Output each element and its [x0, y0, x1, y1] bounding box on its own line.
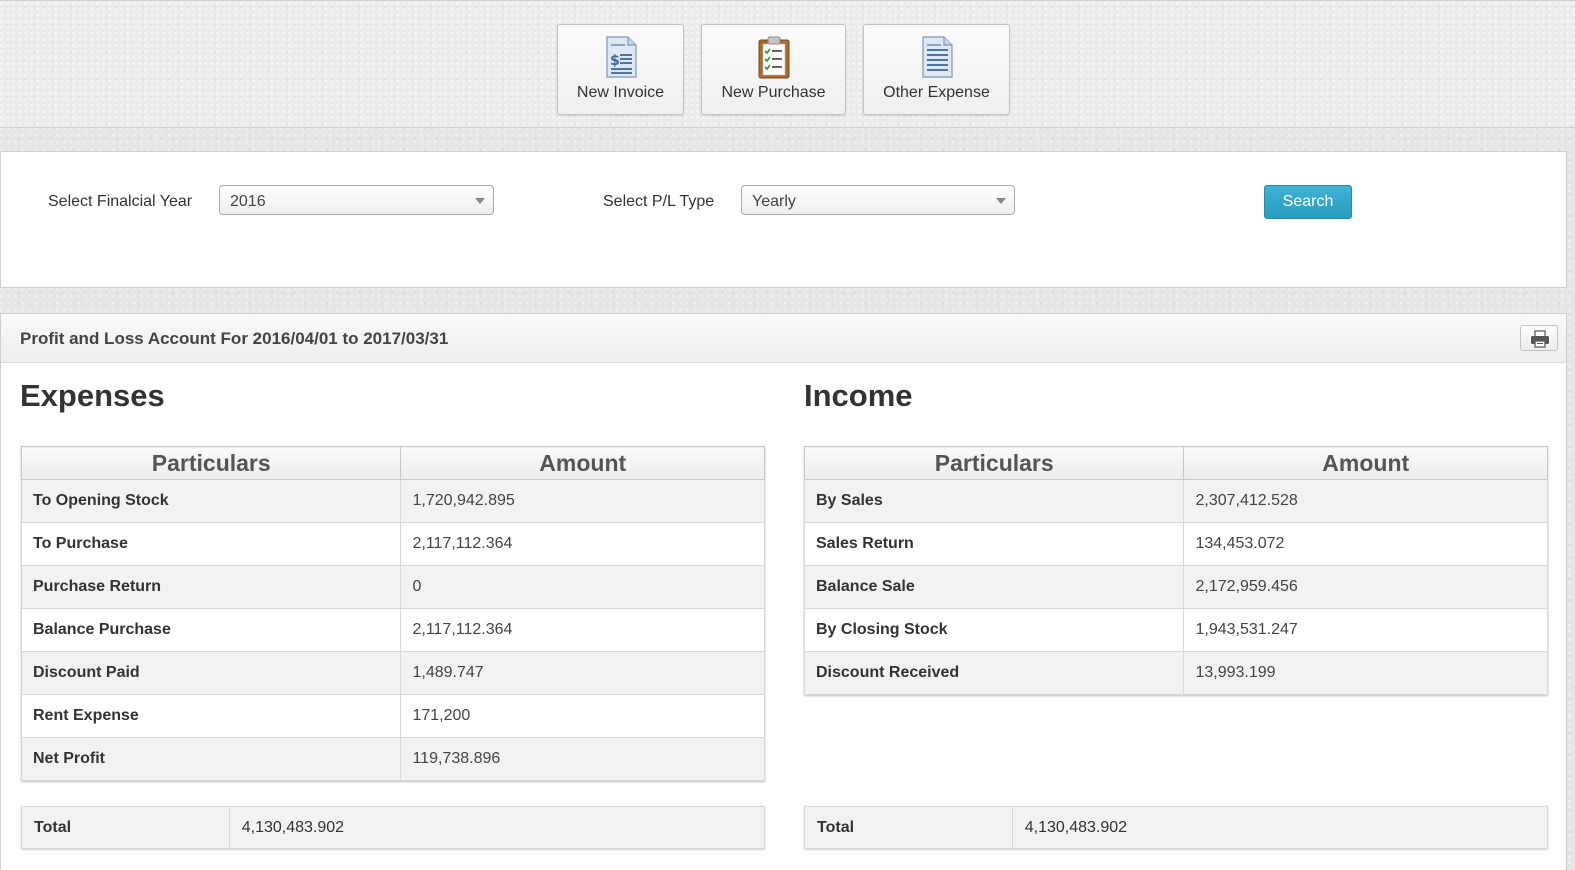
other-expense-button[interactable]: Other Expense	[863, 24, 1010, 115]
column-header-amount: Amount	[1183, 446, 1548, 480]
report-title: Profit and Loss Account For 2016/04/01 t…	[20, 329, 449, 348]
new-invoice-label: New Invoice	[576, 84, 665, 101]
particular-cell: Discount Received	[803, 651, 1185, 695]
amount-cell: 2,117,112.364	[400, 522, 765, 566]
profit-loss-report: Profit and Loss Account For 2016/04/01 t…	[0, 313, 1567, 870]
amount-cell: 119,738.896	[400, 737, 765, 781]
pl-type-label: Select P/L Type	[603, 193, 715, 210]
table-row: To Opening Stock 1,720,942.895	[20, 479, 765, 523]
amount-cell: 171,200	[400, 694, 765, 738]
total-value: 4,130,483.902	[228, 806, 766, 849]
printer-icon	[1531, 330, 1549, 348]
financial-year-value: 2016	[230, 193, 266, 210]
table-row: By Sales 2,307,412.528	[803, 479, 1548, 523]
column-header-amount: Amount	[400, 446, 765, 480]
report-header: Profit and Loss Account For 2016/04/01 t…	[1, 314, 1566, 363]
new-purchase-button[interactable]: New Purchase	[701, 24, 846, 115]
table-row: To Purchase 2,117,112.364	[20, 522, 765, 566]
amount-cell: 134,453.072	[1183, 522, 1548, 566]
new-purchase-label: New Purchase	[721, 84, 826, 101]
table-row: Discount Received 13,993.199	[803, 651, 1548, 695]
table-row: Rent Expense 171,200	[20, 694, 765, 738]
particular-cell: Purchase Return	[20, 565, 402, 609]
income-heading: Income	[804, 378, 913, 413]
print-button[interactable]	[1520, 325, 1558, 351]
amount-cell: 1,943,531.247	[1183, 608, 1548, 652]
table-row: By Closing Stock 1,943,531.247	[803, 608, 1548, 652]
expenses-total-table: Total 4,130,483.902	[21, 806, 766, 849]
table-row: Balance Purchase 2,117,112.364	[20, 608, 765, 652]
total-row: Total 4,130,483.902	[804, 806, 1549, 849]
total-label: Total	[804, 806, 1013, 849]
quick-action-toolbar: $ New Invoice New Purchase Other Expense	[0, 0, 1575, 128]
invoice-icon: $	[601, 35, 641, 79]
income-total-table: Total 4,130,483.902	[804, 806, 1549, 849]
total-row: Total 4,130,483.902	[21, 806, 766, 849]
table-row: Net Profit 119,738.896	[20, 737, 765, 781]
financial-year-label: Select Finalcial Year	[48, 193, 193, 210]
amount-cell: 13,993.199	[1183, 651, 1548, 695]
expenses-table: Particulars Amount To Opening Stock 1,72…	[20, 446, 765, 781]
document-icon	[917, 35, 957, 79]
svg-text:$: $	[610, 53, 620, 69]
table-row: Purchase Return 0	[20, 565, 765, 609]
new-invoice-button[interactable]: $ New Invoice	[557, 24, 684, 115]
amount-cell: 2,172,959.456	[1183, 565, 1548, 609]
pl-type-select[interactable]: Yearly	[741, 185, 1015, 215]
particular-cell: Net Profit	[20, 737, 402, 781]
column-header-particulars: Particulars	[20, 446, 402, 480]
table-row: Discount Paid 1,489.747	[20, 651, 765, 695]
amount-cell: 2,307,412.528	[1183, 479, 1548, 523]
filter-panel: Select Finalcial Year 2016 Select P/L Ty…	[0, 151, 1567, 288]
particular-cell: Sales Return	[803, 522, 1185, 566]
total-label: Total	[21, 806, 230, 849]
amount-cell: 0	[400, 565, 765, 609]
amount-cell: 1,720,942.895	[400, 479, 765, 523]
expenses-heading: Expenses	[20, 378, 165, 413]
particular-cell: Balance Sale	[803, 565, 1185, 609]
financial-year-select[interactable]: 2016	[219, 185, 494, 215]
income-table: Particulars Amount By Sales 2,307,412.52…	[803, 446, 1548, 695]
chevron-down-icon	[475, 198, 485, 204]
particular-cell: Balance Purchase	[20, 608, 402, 652]
search-button[interactable]: Search	[1264, 185, 1352, 219]
particular-cell: By Closing Stock	[803, 608, 1185, 652]
particular-cell: To Opening Stock	[20, 479, 402, 523]
table-row: Balance Sale 2,172,959.456	[803, 565, 1548, 609]
table-row: Sales Return 134,453.072	[803, 522, 1548, 566]
amount-cell: 1,489.747	[400, 651, 765, 695]
particular-cell: Rent Expense	[20, 694, 402, 738]
particular-cell: To Purchase	[20, 522, 402, 566]
particular-cell: By Sales	[803, 479, 1185, 523]
chevron-down-icon	[996, 198, 1006, 204]
other-expense-label: Other Expense	[883, 84, 990, 101]
column-header-particulars: Particulars	[803, 446, 1185, 480]
amount-cell: 2,117,112.364	[400, 608, 765, 652]
pl-type-value: Yearly	[752, 193, 796, 210]
total-value: 4,130,483.902	[1011, 806, 1549, 849]
particular-cell: Discount Paid	[20, 651, 402, 695]
clipboard-checklist-icon	[754, 35, 794, 79]
